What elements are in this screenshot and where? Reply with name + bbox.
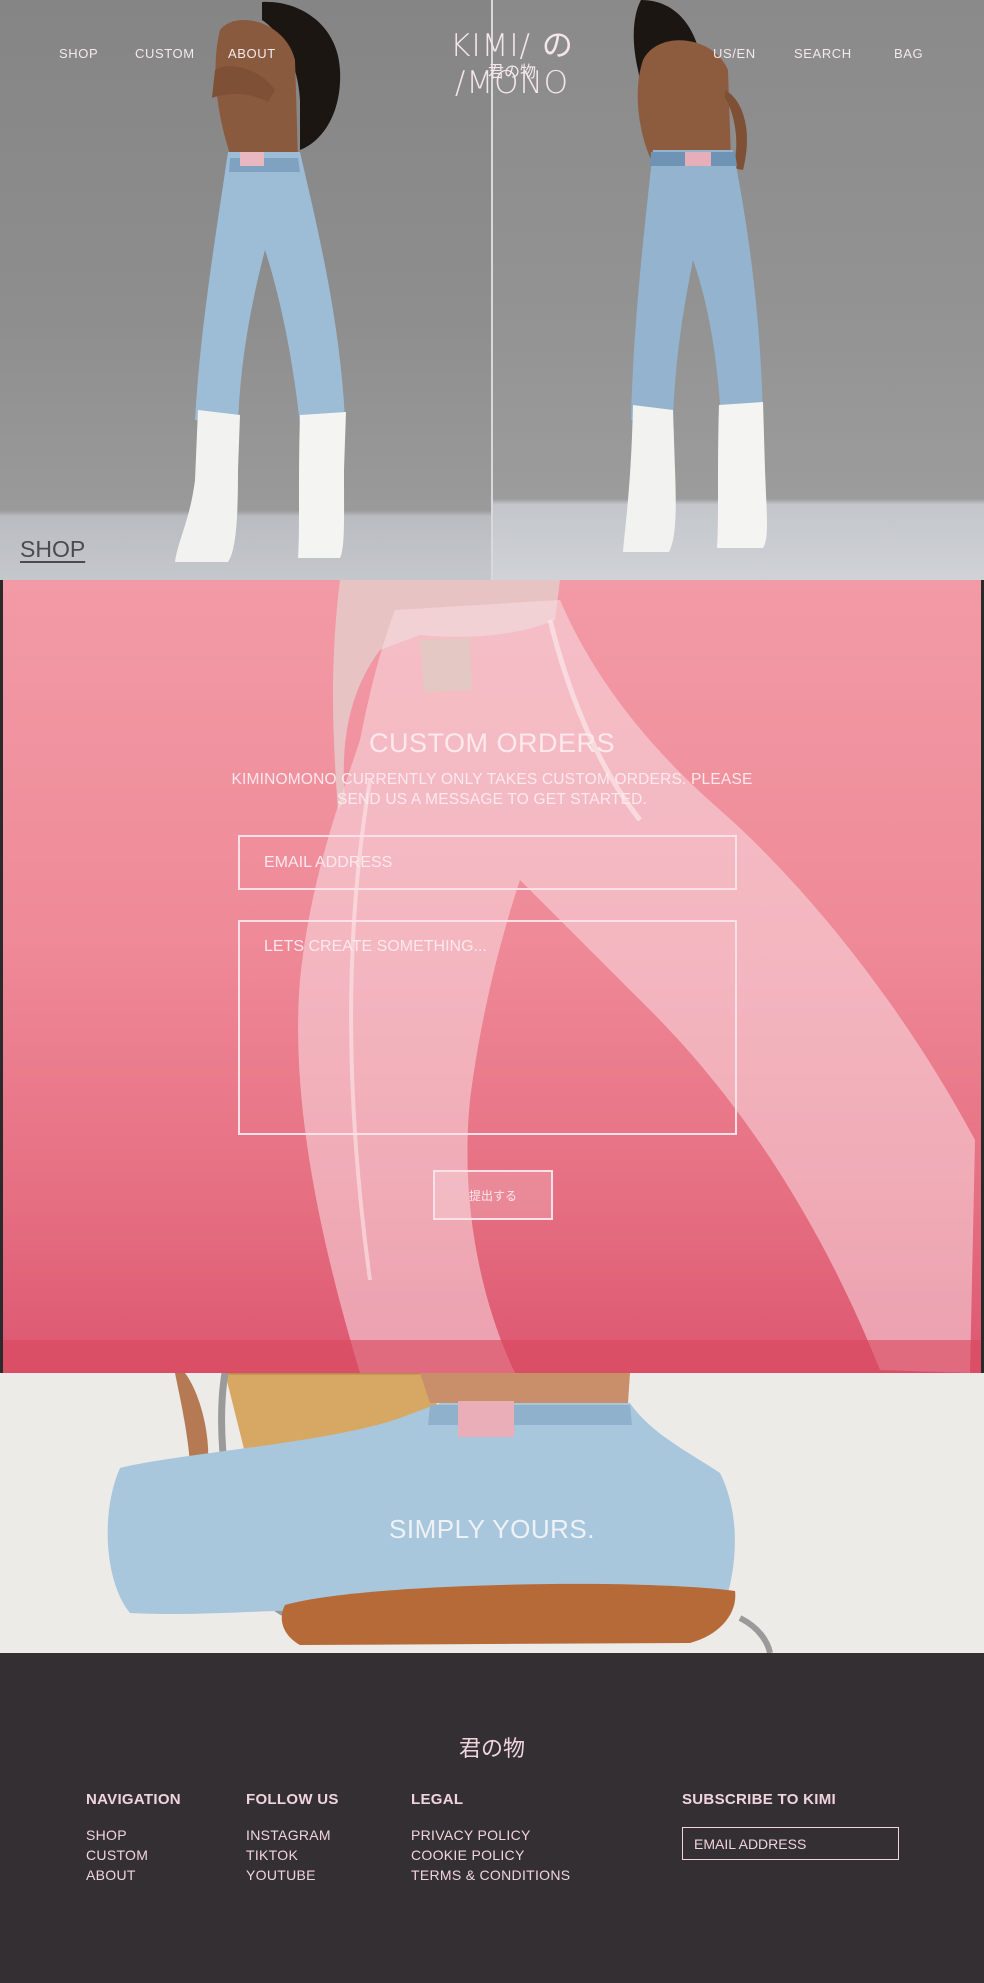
footer-link-about[interactable]: ABOUT [86, 1867, 136, 1883]
footer-brand: 君の物 [458, 1737, 525, 1762]
section-edge-left [0, 580, 3, 1373]
hero-shop-link[interactable]: SHOP [20, 536, 85, 563]
tagline-section [0, 1373, 984, 1653]
footer-heading-navigation: NAVIGATION [86, 1791, 181, 1808]
nav-search-link[interactable]: SEARCH [794, 46, 852, 61]
custom-orders-submit-button[interactable]: 提出する [433, 1170, 553, 1220]
footer-heading-subscribe: SUBSCRIBE TO KIMI [682, 1791, 837, 1808]
custom-orders-message-input[interactable] [238, 920, 737, 1135]
footer-link-instagram[interactable]: INSTAGRAM [246, 1827, 331, 1843]
nav-about-link[interactable]: ABOUT [228, 46, 276, 61]
site-logo-subtitle: 君の物 [487, 62, 536, 81]
custom-orders-title: CUSTOM ORDERS [368, 728, 616, 758]
custom-orders-email-input[interactable] [238, 835, 737, 890]
custom-orders-description: KIMINOMONO CURRENTLY ONLY TAKES CUSTOM O… [231, 771, 753, 808]
footer-heading-follow-us: FOLLOW US [246, 1791, 339, 1808]
footer-link-cookie-policy[interactable]: COOKIE POLICY [411, 1847, 525, 1863]
nav-custom-link[interactable]: CUSTOM [135, 46, 195, 61]
tagline-text: SIMPLY YOURS. [389, 1514, 595, 1544]
locale-selector[interactable]: US/EN [713, 46, 756, 61]
nav-bag-link[interactable]: BAG [894, 46, 923, 61]
footer-link-terms[interactable]: TERMS & CONDITIONS [411, 1867, 570, 1883]
footer [0, 1653, 984, 1983]
footer-subscribe-email-input[interactable] [682, 1827, 899, 1860]
footer-link-youtube[interactable]: YOUTUBE [246, 1867, 316, 1883]
nav-shop-link[interactable]: SHOP [59, 46, 98, 61]
footer-link-custom[interactable]: CUSTOM [86, 1847, 148, 1863]
footer-link-privacy-policy[interactable]: PRIVACY POLICY [411, 1827, 531, 1843]
footer-heading-legal: LEGAL [411, 1791, 464, 1808]
footer-link-tiktok[interactable]: TIKTOK [246, 1847, 298, 1863]
footer-link-shop[interactable]: SHOP [86, 1827, 127, 1843]
